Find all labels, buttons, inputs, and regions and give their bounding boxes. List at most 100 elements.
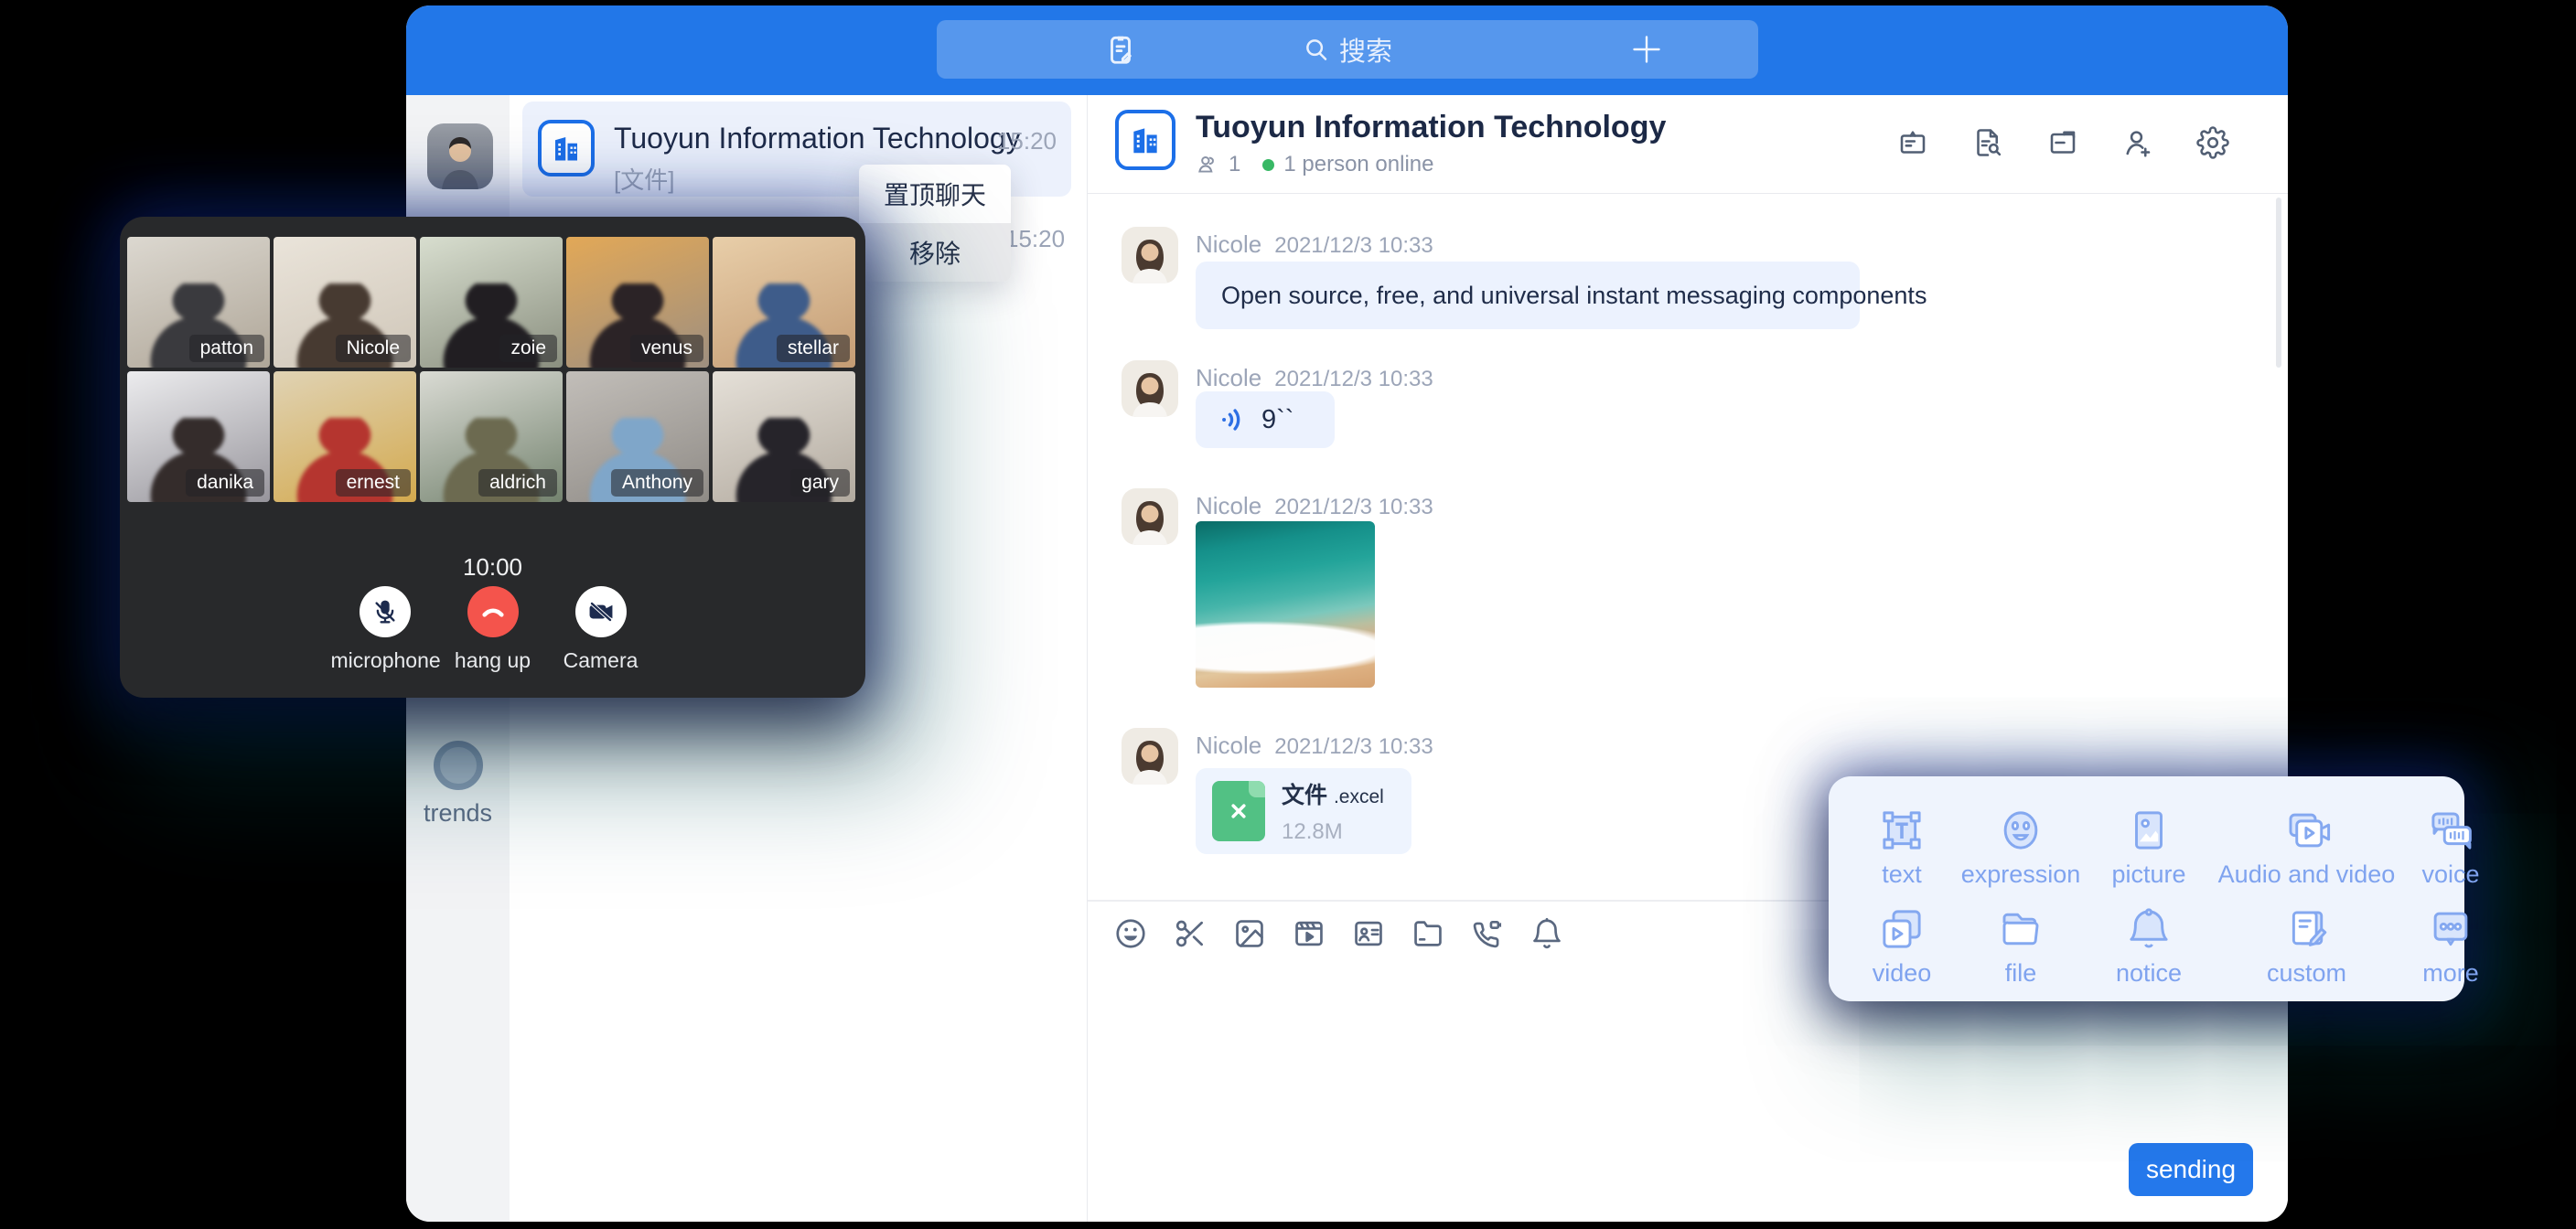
- chat-history-search-icon[interactable]: [1971, 126, 2004, 159]
- message-action-panel: text expression picture Audio and video …: [1829, 776, 2464, 1001]
- message-time: 2021/12/3 10:33: [1274, 367, 1433, 391]
- participant-tile[interactable]: venus: [566, 237, 709, 368]
- voice-message-bubble[interactable]: 9``: [1196, 391, 1335, 448]
- message-meta: Nicole 2021/12/3 10:33: [1196, 364, 1433, 392]
- text-message-bubble[interactable]: Open source, free, and universal instant…: [1196, 262, 1860, 329]
- participant-name: venus: [630, 335, 703, 362]
- avatar[interactable]: [1122, 728, 1178, 785]
- group-notice-icon[interactable]: [1896, 126, 1929, 159]
- participant-name: ernest: [336, 469, 411, 497]
- text-icon: [1856, 804, 1948, 855]
- chat-header-actions: [1896, 126, 2229, 159]
- search-bar[interactable]: 搜索: [937, 20, 1758, 79]
- video-clip-icon[interactable]: [1292, 916, 1326, 951]
- sender-name: Nicole: [1196, 364, 1261, 391]
- participant-tile[interactable]: ernest: [274, 371, 416, 502]
- sender-name: Nicole: [1196, 732, 1261, 759]
- participant-name: aldrich: [478, 469, 557, 497]
- settings-gear-icon[interactable]: [2196, 126, 2229, 159]
- notice-icon: [2094, 903, 2204, 954]
- participant-name: Anthony: [611, 469, 703, 497]
- online-status: 1 person online: [1283, 152, 1433, 177]
- action-picture[interactable]: picture: [2094, 804, 2204, 903]
- member-count: 1: [1229, 152, 1240, 177]
- send-button[interactable]: sending: [2129, 1143, 2253, 1196]
- conversation-time: 15:20: [997, 127, 1057, 155]
- action-label: text: [1856, 860, 1948, 889]
- search-icon: [1303, 36, 1330, 63]
- message-meta: Nicole 2021/12/3 10:33: [1196, 732, 1433, 760]
- file-name: 文件: [1282, 783, 1327, 808]
- action-expression[interactable]: expression: [1948, 804, 2094, 903]
- video-call-icon[interactable]: [1470, 916, 1505, 951]
- video-icon: [1856, 903, 1948, 954]
- file-ext: .excel: [1334, 786, 1384, 807]
- chat-subtitle: 1 1 person online: [1196, 152, 1433, 177]
- online-dot: [1262, 159, 1274, 171]
- action-notice[interactable]: notice: [2094, 903, 2204, 1001]
- action-label: voice: [2410, 860, 2492, 889]
- action-voice[interactable]: voice: [2410, 804, 2492, 903]
- participant-tile[interactable]: zoie: [420, 237, 563, 368]
- action-file[interactable]: file: [1948, 903, 2094, 1001]
- message-meta: Nicole2021/12/3 10:33: [1196, 492, 1433, 520]
- members-icon: [1196, 153, 1219, 176]
- action-label: Audio and video: [2204, 860, 2410, 889]
- chat-title: Tuoyun Information Technology: [1196, 110, 1666, 145]
- avatar[interactable]: [1122, 360, 1178, 417]
- image-message-beach[interactable]: [1196, 521, 1375, 688]
- microphone-button[interactable]: microphone: [331, 586, 439, 673]
- sidebar-item-trends[interactable]: trends: [406, 741, 510, 828]
- message-time: 2021/12/3 10:33: [1274, 734, 1433, 759]
- participant-tile[interactable]: stellar: [713, 237, 855, 368]
- hang-up-button[interactable]: hang up: [439, 586, 547, 673]
- screenshot-scissors-icon[interactable]: [1173, 916, 1208, 951]
- file-message-bubble[interactable]: 文件 .excel 12.8M: [1196, 768, 1411, 854]
- hang-up-label: hang up: [439, 648, 547, 673]
- action-more[interactable]: more: [2410, 903, 2492, 1001]
- file-size: 12.8M: [1282, 819, 1384, 845]
- custom-icon: [2204, 903, 2410, 954]
- participant-tile[interactable]: Nicole: [274, 237, 416, 368]
- bell-icon[interactable]: [1530, 916, 1564, 951]
- action-audio-video[interactable]: Audio and video: [2204, 804, 2410, 903]
- action-text[interactable]: text: [1856, 804, 1948, 903]
- action-custom[interactable]: custom: [2204, 903, 2410, 1001]
- top-bar: 搜索: [406, 5, 2288, 95]
- microphone-label: microphone: [331, 648, 439, 673]
- participant-tile[interactable]: aldrich: [420, 371, 563, 502]
- action-label: expression: [1948, 860, 2094, 889]
- add-plus-icon[interactable]: [1630, 33, 1663, 66]
- participant-tile[interactable]: Anthony: [566, 371, 709, 502]
- camera-button[interactable]: Camera: [547, 586, 655, 673]
- my-avatar[interactable]: [427, 123, 493, 189]
- image-icon[interactable]: [1232, 916, 1267, 951]
- group-file-icon[interactable]: [2046, 126, 2079, 159]
- menu-item-pin-chat[interactable]: 置顶聊天: [859, 165, 1011, 223]
- participant-name: Nicole: [336, 335, 411, 362]
- folder-icon[interactable]: [1411, 916, 1445, 951]
- contact-card-icon[interactable]: [1351, 916, 1386, 951]
- message-meta: Nicole2021/12/3 10:33: [1196, 230, 1433, 259]
- action-video[interactable]: video: [1856, 903, 1948, 1001]
- chat-scrollbar[interactable]: [2276, 198, 2281, 368]
- input-toolbar: [1113, 916, 1564, 951]
- avatar[interactable]: [1122, 227, 1178, 283]
- chat-group-building-icon: [1115, 110, 1175, 170]
- participant-tile[interactable]: danika: [127, 371, 270, 502]
- expression-icon: [1948, 804, 2094, 855]
- add-member-icon[interactable]: [2121, 126, 2154, 159]
- avatar[interactable]: [1122, 488, 1178, 545]
- participant-tile[interactable]: gary: [713, 371, 855, 502]
- menu-item-remove[interactable]: 移除: [859, 223, 1011, 282]
- action-label: file: [1948, 959, 2094, 988]
- action-label: more: [2410, 959, 2492, 988]
- action-label: video: [1856, 959, 1948, 988]
- action-label: picture: [2094, 860, 2204, 889]
- participant-name: zoie: [499, 335, 557, 362]
- participant-tile[interactable]: patton: [127, 237, 270, 368]
- search-placeholder: 搜索: [1339, 30, 1392, 69]
- emoji-icon[interactable]: [1113, 916, 1148, 951]
- call-controls: microphone hang up Camera: [120, 586, 865, 673]
- excel-file-icon: [1212, 781, 1265, 841]
